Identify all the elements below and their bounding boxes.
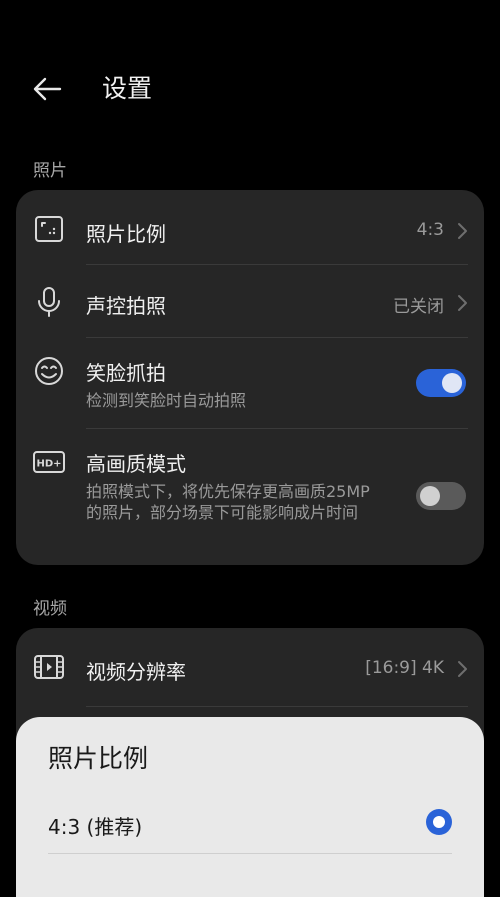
hd-plus-icon: HD+ [32, 445, 66, 479]
video-resolution-label: 视频分辨率 [86, 660, 186, 684]
aspect-ratio-icon [32, 212, 66, 246]
smile-capture-toggle[interactable] [416, 369, 466, 397]
high-quality-desc: 拍照模式下，将优先保存更高画质25MP 的照片，部分场景下可能影响成片时间 [86, 482, 370, 522]
back-arrow-icon[interactable] [30, 72, 64, 106]
video-resolution-row[interactable]: 视频分辨率 [16:9] 4K [16, 628, 484, 706]
voice-capture-value: 已关闭 [393, 297, 444, 317]
high-quality-row: HD+ 高画质模式 拍照模式下，将优先保存更高画质25MP 的照片，部分场景下可… [16, 429, 484, 565]
radio-dot [433, 816, 445, 828]
smile-capture-label: 笑脸抓拍 [86, 361, 166, 385]
photo-ratio-label: 照片比例 [86, 222, 166, 246]
page-title: 设置 [102, 74, 153, 103]
svg-text:HD+: HD+ [36, 459, 61, 470]
video-frame-icon [32, 650, 66, 684]
section-label-video: 视频 [33, 599, 67, 619]
divider [48, 853, 452, 854]
chevron-right-icon [456, 660, 468, 678]
header: 设置 [0, 58, 500, 122]
high-quality-toggle[interactable] [416, 482, 466, 510]
photo-ratio-row[interactable]: 照片比例 4:3 [16, 190, 484, 264]
toggle-knob [442, 373, 462, 393]
smile-capture-desc: 检测到笑脸时自动拍照 [86, 391, 247, 410]
sheet-option-label[interactable]: 4:3 (推荐) [48, 811, 142, 840]
voice-capture-label: 声控拍照 [86, 294, 166, 318]
toggle-knob [420, 486, 440, 506]
photo-ratio-sheet: 照片比例 4:3 (推荐) [16, 717, 484, 897]
sheet-title: 照片比例 [48, 744, 149, 773]
divider [86, 706, 468, 707]
smile-capture-row: 笑脸抓拍 检测到笑脸时自动拍照 [16, 338, 484, 428]
sheet-option-radio[interactable] [426, 809, 452, 835]
section-label-photo: 照片 [33, 161, 67, 181]
photo-ratio-value: 4:3 [416, 220, 444, 240]
high-quality-label: 高画质模式 [86, 452, 186, 476]
smile-icon [32, 354, 66, 388]
chevron-right-icon [456, 294, 468, 312]
photo-settings-card: 照片比例 4:3 声控拍照 已关闭 笑脸抓拍 检测到笑脸时自动拍照 HD+ 高画… [16, 190, 484, 565]
chevron-right-icon [456, 222, 468, 240]
voice-capture-row[interactable]: 声控拍照 已关闭 [16, 265, 484, 337]
video-resolution-value: [16:9] 4K [365, 658, 444, 678]
microphone-icon [32, 285, 66, 319]
